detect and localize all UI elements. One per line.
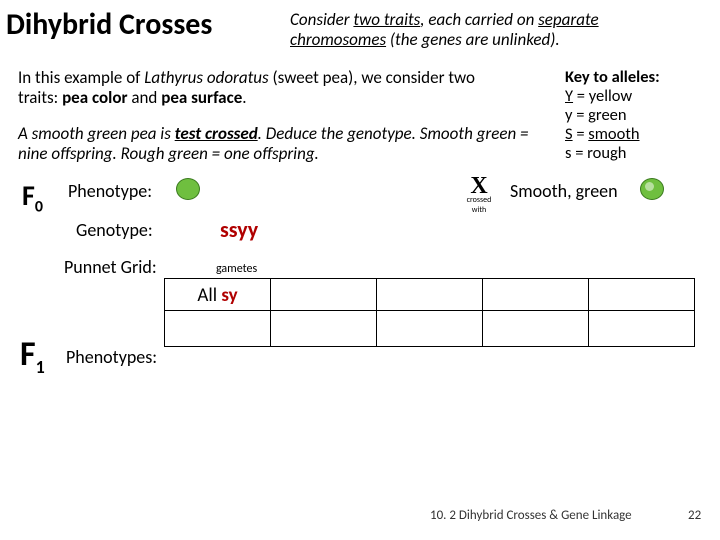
t: = rough — [571, 143, 626, 163]
t: two traits — [353, 9, 420, 30]
t: All — [197, 284, 221, 307]
t: A smooth green pea is — [18, 123, 175, 144]
t: = — [573, 124, 589, 144]
t: pea color — [62, 87, 127, 108]
page-title: Dihybrid Crosses — [6, 6, 212, 43]
allele-key: Key to alleles: Y = yellow y = green S =… — [565, 68, 660, 163]
genotype-value: ssyy — [220, 216, 258, 243]
crossed-with-icon: X crossed with — [460, 176, 498, 215]
species: Lathyrus odoratus — [144, 67, 268, 88]
page-number: 22 — [688, 508, 701, 523]
t: and — [128, 87, 162, 108]
t: 0 — [35, 198, 43, 217]
grid-header — [589, 279, 695, 311]
t: F — [20, 334, 36, 375]
t: . — [242, 87, 246, 108]
phenotype-label: Phenotype: — [68, 180, 152, 202]
t: , each carried on — [420, 9, 538, 30]
t: sy — [221, 284, 237, 307]
subtitle: Consider two traits, each carried on sep… — [290, 10, 690, 49]
f1-label: F1 — [20, 334, 45, 378]
t: smooth — [588, 124, 639, 144]
t: S — [565, 124, 573, 144]
key-title: Key to alleles: — [565, 68, 660, 87]
grid-header — [377, 279, 483, 311]
t: (the genes are unlinked). — [386, 29, 560, 50]
genotype-label: Genotype: — [76, 219, 153, 241]
grid-cell — [483, 311, 589, 347]
grid-cell — [271, 311, 377, 347]
grid-header — [271, 279, 377, 311]
grid-cell — [377, 311, 483, 347]
t: Consider — [290, 9, 353, 30]
t: crossed with — [460, 195, 498, 215]
grid-cell — [589, 311, 695, 347]
grid-header: All sy — [165, 279, 271, 311]
t: In this example of — [18, 67, 144, 88]
task-text: A smooth green pea is test crossed. Dedu… — [18, 124, 538, 163]
phenotypes-label: Phenotypes: — [66, 346, 157, 368]
f0-label: F0 — [22, 178, 43, 217]
t: Y — [565, 86, 573, 106]
punnet-grid: All sy — [164, 278, 695, 347]
pea-icon — [176, 178, 200, 200]
phenotype-right: Smooth, green — [510, 180, 618, 202]
footer-text: 10. 2 Dihybrid Crosses & Gene Linkage — [430, 508, 632, 523]
grid-cell — [165, 311, 271, 347]
punnet-label: Punnet Grid: — [64, 256, 157, 278]
t: pea surface — [161, 87, 242, 108]
t: = yellow — [573, 86, 632, 106]
grid-header — [483, 279, 589, 311]
gametes-label: gametes — [216, 262, 257, 276]
intro-text: In this example of Lathyrus odoratus (sw… — [18, 68, 498, 107]
t: 1 — [36, 356, 45, 378]
pea-icon — [640, 178, 664, 200]
t: F — [22, 178, 35, 213]
t: test crossed — [175, 123, 258, 144]
t: = green — [572, 105, 626, 125]
